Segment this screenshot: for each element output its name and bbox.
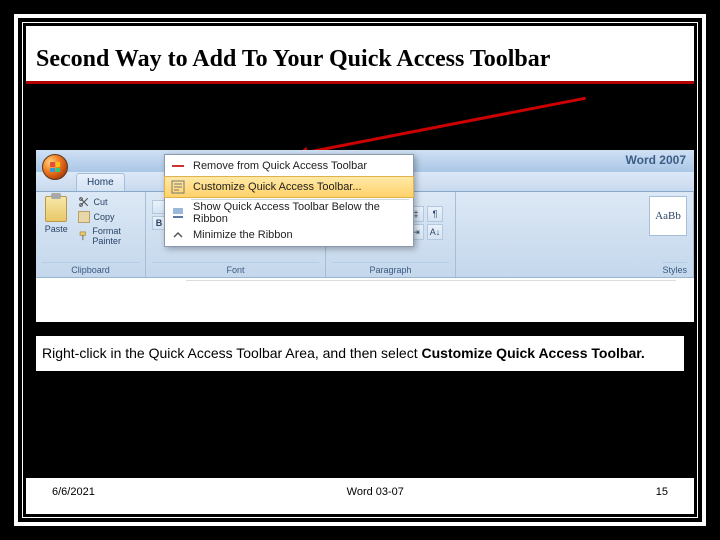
paste-label: Paste bbox=[45, 224, 68, 234]
font-group-label: Font bbox=[152, 262, 319, 275]
paragraph-group-label: Paragraph bbox=[332, 262, 449, 275]
menu-customize-qat[interactable]: Customize Quick Access Toolbar... bbox=[164, 176, 414, 198]
footer-center: Word 03-07 bbox=[347, 486, 404, 498]
brush-icon bbox=[78, 229, 89, 243]
copy-button[interactable]: Copy bbox=[78, 211, 139, 223]
slide-title: Second Way to Add To Your Quick Access T… bbox=[26, 26, 694, 84]
office-button[interactable] bbox=[42, 154, 68, 180]
app-name: Word 2007 bbox=[626, 153, 686, 167]
paste-icon bbox=[45, 196, 67, 222]
customize-icon bbox=[171, 180, 185, 194]
styles-group-label: Styles bbox=[662, 262, 687, 275]
tab-home[interactable]: Home bbox=[76, 173, 125, 191]
document-canvas bbox=[186, 280, 676, 322]
qat-context-menu: Remove from Quick Access Toolbar Customi… bbox=[164, 154, 414, 247]
caption-bold: Customize Quick Access Toolbar. bbox=[422, 345, 645, 361]
style-preview-1[interactable]: AaBb bbox=[649, 196, 687, 236]
word-screenshot: Word 2007 Home Paste Cut bbox=[36, 150, 694, 322]
cut-button[interactable]: Cut bbox=[78, 196, 139, 208]
menu-minimize-ribbon[interactable]: Minimize the Ribbon bbox=[165, 224, 413, 246]
slide-footer: 6/6/2021 Word 03-07 15 bbox=[26, 478, 694, 514]
scissors-icon bbox=[78, 196, 90, 208]
paste-button[interactable]: Paste bbox=[42, 196, 70, 246]
copy-icon bbox=[78, 211, 90, 223]
footer-date: 6/6/2021 bbox=[52, 486, 95, 498]
remove-icon bbox=[171, 159, 185, 173]
menu-separator bbox=[191, 199, 409, 200]
below-icon bbox=[171, 206, 185, 220]
format-painter-button[interactable]: Format Painter bbox=[78, 226, 139, 246]
footer-page: 15 bbox=[656, 486, 668, 498]
clipboard-group-label: Clipboard bbox=[42, 262, 139, 275]
slide-caption: Right-click in the Quick Access Toolbar … bbox=[36, 336, 684, 371]
pointer-arrow bbox=[301, 97, 586, 155]
minimize-icon bbox=[171, 228, 185, 242]
menu-show-below[interactable]: Show Quick Access Toolbar Below the Ribb… bbox=[165, 202, 413, 224]
caption-text: Right-click in the Quick Access Toolbar … bbox=[42, 345, 422, 361]
menu-remove-qat[interactable]: Remove from Quick Access Toolbar bbox=[165, 155, 413, 177]
